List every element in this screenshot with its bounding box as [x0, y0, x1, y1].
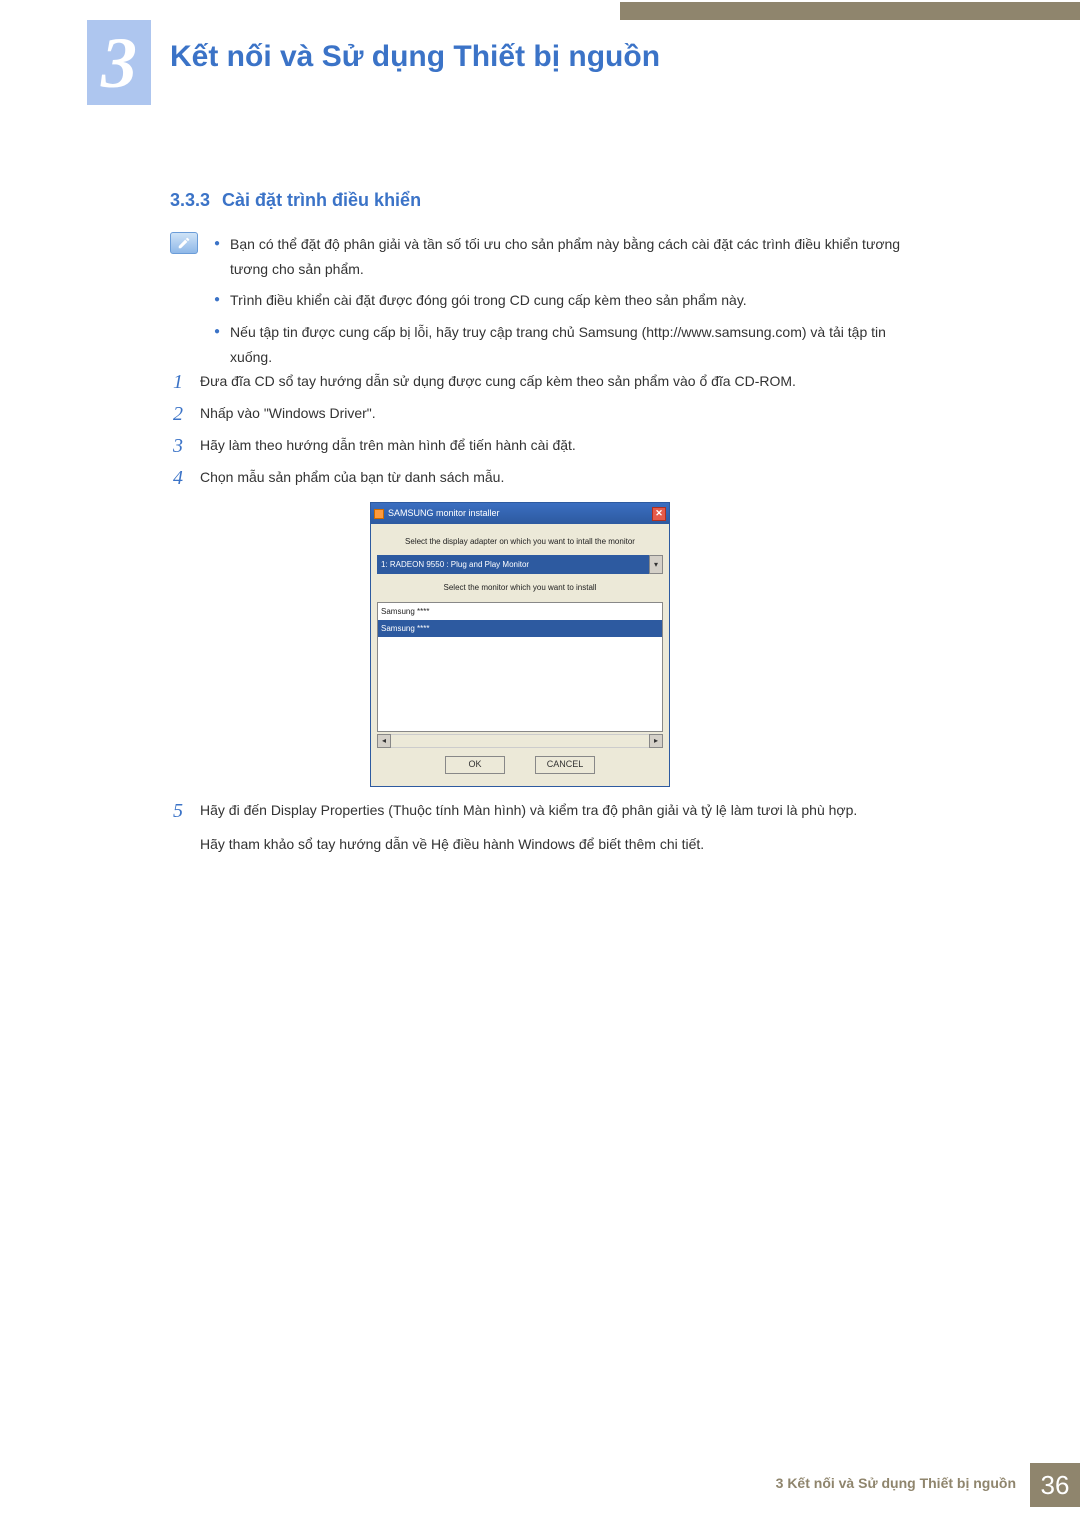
monitor-list[interactable]: Samsung **** Samsung ****	[377, 602, 663, 732]
bullet-icon: ●	[214, 232, 220, 282]
note-item: Nếu tập tin được cung cấp bị lỗi, hãy tr…	[230, 320, 930, 370]
step-row: 1 Đưa đĩa CD sổ tay hướng dẫn sử dụng đư…	[170, 368, 930, 396]
adapter-select[interactable]: 1: RADEON 9550 : Plug and Play Monitor ▾	[377, 555, 663, 574]
steps-list: 1 Đưa đĩa CD sổ tay hướng dẫn sử dụng đư…	[170, 368, 930, 857]
dialog-body: Select the display adapter on which you …	[371, 524, 669, 786]
section-heading: 3.3.3 Cài đặt trình điều khiển	[170, 190, 421, 211]
app-icon	[374, 509, 384, 519]
note-block: ●Bạn có thể đặt độ phân giải và tần số t…	[170, 232, 930, 376]
step-number: 2	[170, 400, 186, 428]
chapter-title: Kết nối và Sử dụng Thiết bị nguồn	[170, 40, 660, 74]
installer-dialog-screenshot: SAMSUNG monitor installer ✕ Select the d…	[370, 502, 670, 787]
note-item: Trình điều khiển cài đặt được đóng gói t…	[230, 288, 747, 313]
dialog-title: SAMSUNG monitor installer	[388, 505, 500, 522]
note-list: ●Bạn có thể đặt độ phân giải và tần số t…	[214, 232, 930, 376]
step-row: 5 Hãy đi đến Display Properties (Thuộc t…	[170, 797, 930, 825]
scroll-track[interactable]	[391, 734, 649, 748]
step-number: 4	[170, 464, 186, 492]
dialog-prompt-adapter: Select the display adapter on which you …	[377, 534, 663, 549]
step-text: Nhấp vào "Windows Driver".	[200, 400, 930, 428]
step-row: 2 Nhấp vào "Windows Driver".	[170, 400, 930, 428]
step-text: Hãy đi đến Display Properties (Thuộc tín…	[200, 797, 930, 825]
step-row: 4 Chọn mẫu sản phẩm của bạn từ danh sách…	[170, 464, 930, 492]
chapter-number: 3	[101, 27, 137, 99]
ok-button[interactable]: OK	[445, 756, 505, 774]
step-additional-text: Hãy tham khảo sổ tay hướng dẫn về Hệ điề…	[200, 831, 930, 858]
dialog-buttons: OK CANCEL	[377, 748, 663, 780]
dialog-titlebar: SAMSUNG monitor installer ✕	[371, 503, 669, 524]
bullet-icon: ●	[214, 288, 220, 313]
close-icon[interactable]: ✕	[652, 507, 666, 521]
note-item: Bạn có thể đặt độ phân giải và tần số tố…	[230, 232, 930, 282]
chapter-number-box: 3	[87, 20, 151, 105]
step-number: 3	[170, 432, 186, 460]
horizontal-scrollbar[interactable]: ◂ ▸	[377, 734, 663, 748]
dialog-prompt-monitor: Select the monitor which you want to ins…	[377, 580, 663, 595]
cancel-button[interactable]: CANCEL	[535, 756, 595, 774]
bullet-icon: ●	[214, 320, 220, 370]
step-number: 5	[170, 797, 186, 825]
page-footer: 3 Kết nối và Sử dụng Thiết bị nguồn 36	[776, 1463, 1080, 1507]
step-text: Hãy làm theo hướng dẫn trên màn hình để …	[200, 432, 930, 460]
list-item[interactable]: Samsung ****	[378, 603, 662, 620]
step-row: 3 Hãy làm theo hướng dẫn trên màn hình đ…	[170, 432, 930, 460]
scroll-right-icon[interactable]: ▸	[649, 734, 663, 748]
header-accent-bar	[620, 2, 1080, 20]
scroll-left-icon[interactable]: ◂	[377, 734, 391, 748]
step-text: Đưa đĩa CD sổ tay hướng dẫn sử dụng được…	[200, 368, 930, 396]
installer-dialog: SAMSUNG monitor installer ✕ Select the d…	[370, 502, 670, 787]
adapter-select-value: 1: RADEON 9550 : Plug and Play Monitor	[377, 555, 649, 574]
chevron-down-icon[interactable]: ▾	[649, 555, 663, 574]
footer-chapter-label: 3 Kết nối và Sử dụng Thiết bị nguồn	[776, 1463, 1030, 1507]
section-title: Cài đặt trình điều khiển	[222, 190, 421, 210]
page-number: 36	[1030, 1463, 1080, 1507]
section-number: 3.3.3	[170, 190, 210, 210]
list-item[interactable]: Samsung ****	[378, 620, 662, 637]
step-text: Chọn mẫu sản phẩm của bạn từ danh sách m…	[200, 464, 930, 492]
note-icon	[170, 232, 198, 254]
step-number: 1	[170, 368, 186, 396]
